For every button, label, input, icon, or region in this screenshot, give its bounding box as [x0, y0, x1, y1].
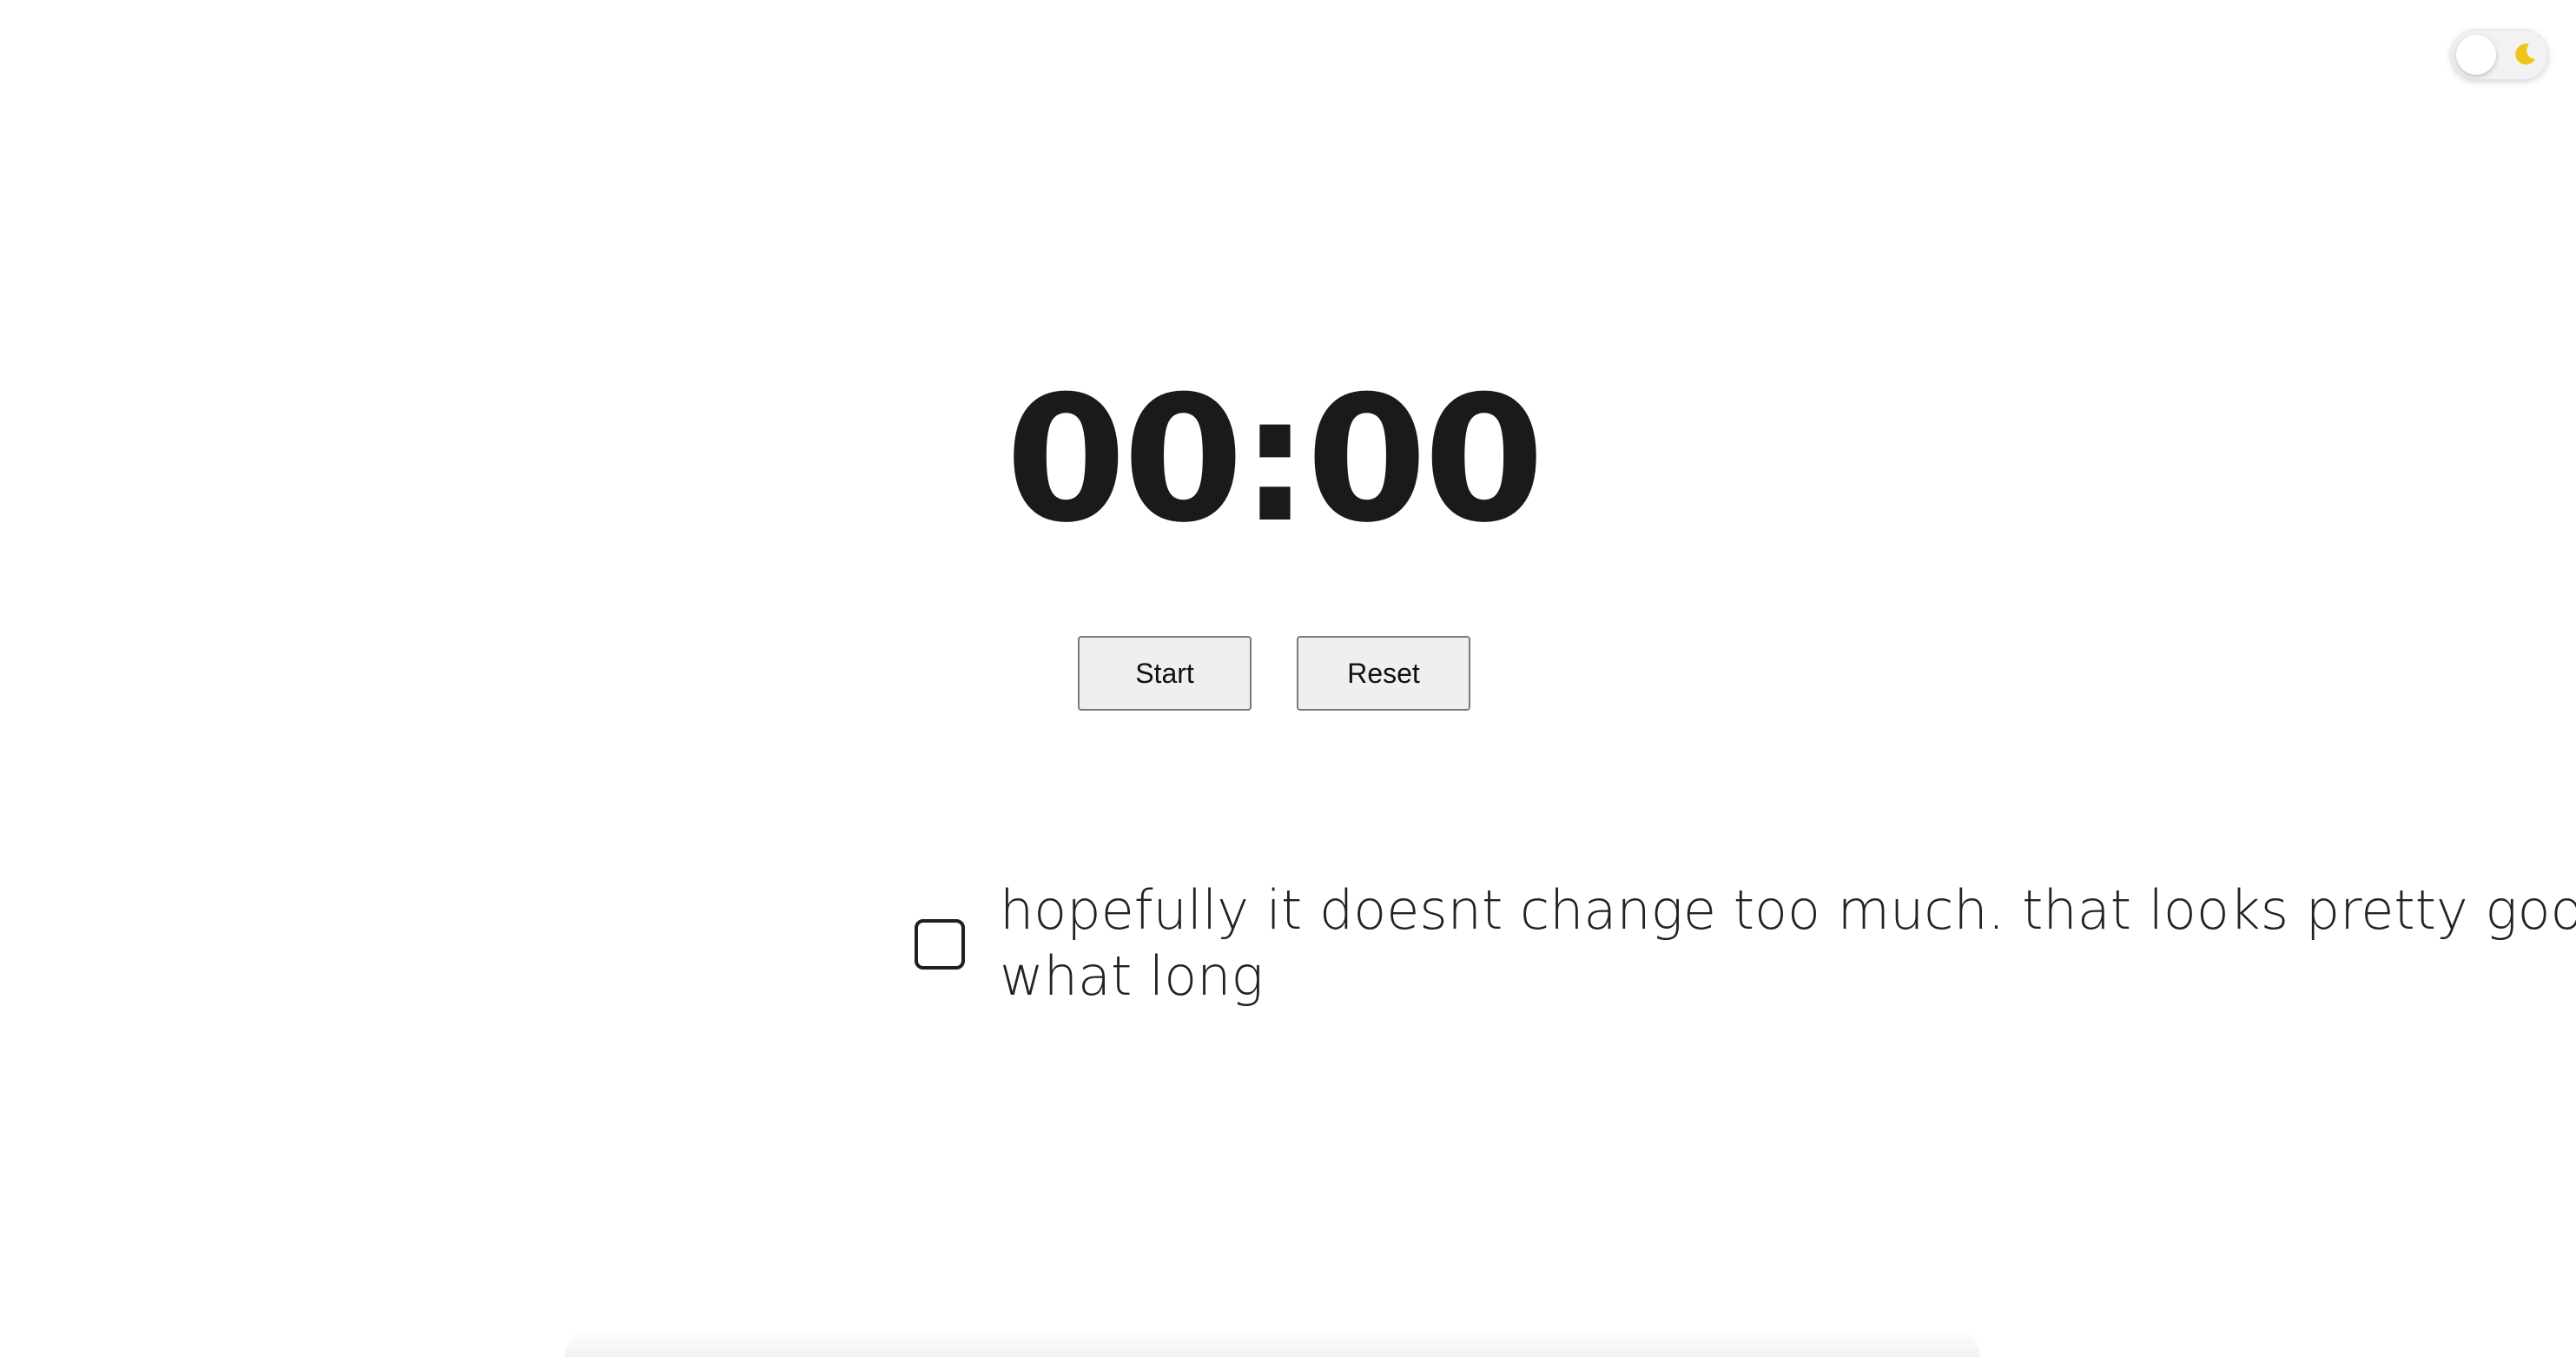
bottom-panel-edge	[565, 1327, 1980, 1357]
timer-controls: Start Reset	[1078, 636, 1470, 711]
dark-mode-toggle[interactable]	[2451, 30, 2548, 80]
task-text: hopefully it doesnt change too much. tha…	[1000, 878, 2576, 1008]
reset-button[interactable]: Reset	[1297, 636, 1470, 711]
toggle-knob[interactable]	[2456, 35, 2496, 75]
timer-display: 00:00	[1005, 359, 1545, 561]
task-item: hopefully it doesnt change too much. tha…	[915, 877, 2576, 1016]
moon-icon	[2515, 43, 2535, 65]
task-checkbox[interactable]	[915, 919, 965, 970]
start-button[interactable]: Start	[1078, 636, 1252, 711]
page: 00:00 Start Reset hopefully it doesnt ch…	[0, 0, 2576, 1357]
